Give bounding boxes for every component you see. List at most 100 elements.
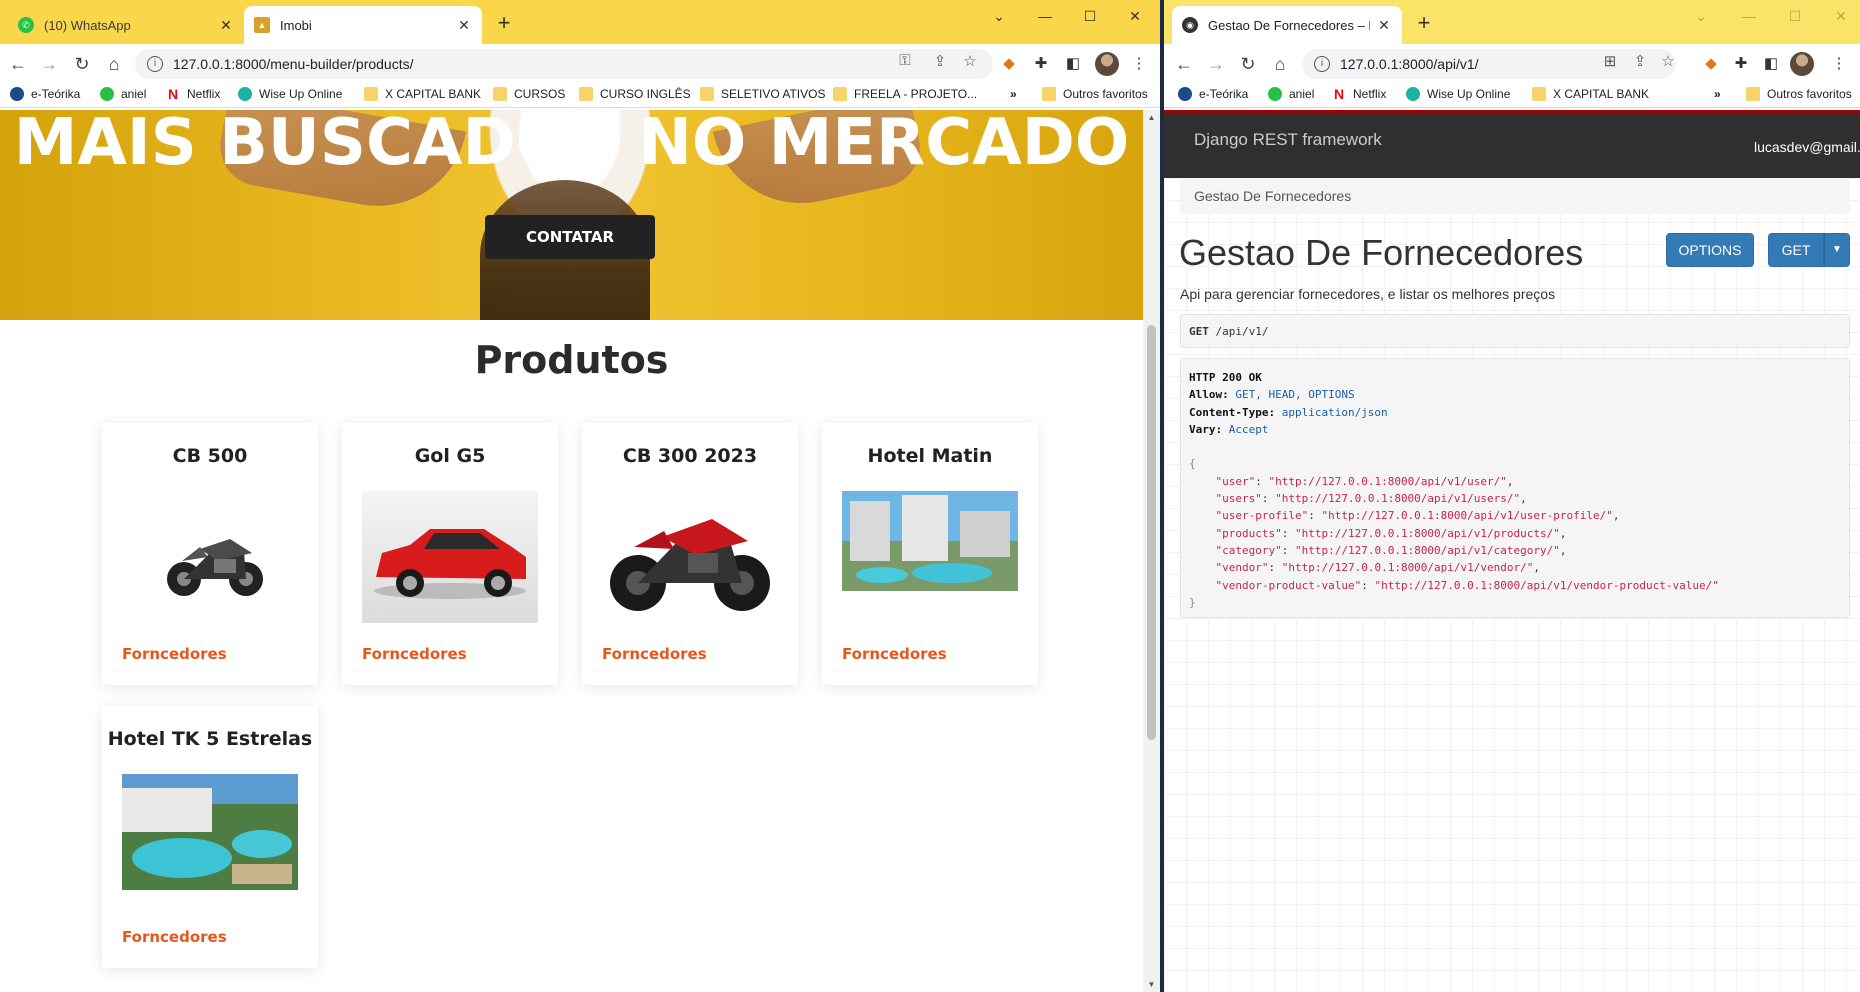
bookmarks-overflow[interactable]: » <box>1714 87 1721 101</box>
scrollbar-thumb[interactable] <box>1147 325 1156 740</box>
breadcrumb[interactable]: Gestao De Fornecedores <box>1180 178 1850 214</box>
suppliers-link[interactable]: Forncedores <box>122 928 227 946</box>
bookmark-item[interactable]: SELETIVO ATIVOS <box>700 87 825 101</box>
site-info-icon[interactable]: i <box>147 56 163 72</box>
json-link[interactable]: "http://127.0.0.1:8000/api/v1/users/" <box>1275 492 1520 505</box>
share-icon[interactable]: ⇪ <box>1630 52 1650 70</box>
suppliers-link[interactable]: Forncedores <box>362 645 467 663</box>
bookmark-item[interactable]: N Netflix <box>166 87 220 101</box>
tab-drf[interactable]: ◉ Gestao De Fornecedores – Djang ✕ <box>1172 6 1402 44</box>
bookmark-item[interactable]: X CAPITAL BANK <box>1532 87 1649 101</box>
tab-whatsapp[interactable]: ✆ (10) WhatsApp ✕ <box>8 6 244 44</box>
home-icon[interactable]: ⌂ <box>1268 52 1292 76</box>
close-icon[interactable]: ✕ <box>218 17 234 34</box>
profile-avatar[interactable] <box>1095 52 1119 76</box>
tab-search-icon[interactable]: ⌄ <box>1686 8 1716 25</box>
header-value: application/json <box>1281 405 1388 419</box>
eteorika-icon <box>10 87 24 101</box>
new-tab-icon[interactable]: + <box>492 10 516 36</box>
json-link[interactable]: "http://127.0.0.1:8000/api/v1/user/" <box>1269 475 1507 488</box>
product-image <box>122 491 298 623</box>
bookmarks-overflow[interactable]: » <box>1010 87 1017 101</box>
json-link[interactable]: "http://127.0.0.1:8000/api/v1/products/" <box>1295 527 1560 540</box>
back-icon[interactable]: ← <box>6 52 30 76</box>
page-title: Gestao De Fornecedores <box>1179 232 1584 273</box>
bookmark-item[interactable]: e-Teórika <box>10 87 80 101</box>
home-icon[interactable]: ⌂ <box>102 52 126 76</box>
star-icon[interactable]: ☆ <box>960 52 980 70</box>
minimize-icon[interactable]: — <box>1030 8 1060 24</box>
forward-icon[interactable]: → <box>37 52 61 76</box>
menu-icon[interactable]: ⋮ <box>1828 53 1850 75</box>
window-close-icon[interactable]: ✕ <box>1826 8 1856 25</box>
new-tab-icon[interactable]: + <box>1412 10 1436 36</box>
menu-icon[interactable]: ⋮ <box>1128 53 1150 75</box>
bookmark-item[interactable]: aniel <box>100 87 146 101</box>
bookmark-item[interactable]: e-Teórika <box>1178 87 1248 101</box>
window-close-icon[interactable]: ✕ <box>1120 8 1150 25</box>
product-image <box>362 491 538 623</box>
bookmark-item[interactable]: FREELA - PROJETO... <box>833 87 977 101</box>
get-format-dropdown[interactable]: ▼ <box>1824 233 1850 267</box>
side-panel-icon[interactable]: ◧ <box>1760 53 1782 75</box>
metamask-icon[interactable]: ◆ <box>998 53 1020 75</box>
other-bookmarks[interactable]: Outros favoritos <box>1746 87 1852 101</box>
tab-imobi[interactable]: ▲ Imobi ✕ <box>244 6 482 44</box>
json-link[interactable]: "http://127.0.0.1:8000/api/v1/category/" <box>1295 544 1560 557</box>
bookmark-item[interactable]: Wise Up Online <box>1406 87 1510 101</box>
other-bookmarks[interactable]: Outros favoritos <box>1042 87 1148 101</box>
contact-button[interactable]: CONTATAR <box>485 215 655 259</box>
minimize-icon[interactable]: — <box>1734 8 1764 24</box>
reload-icon[interactable]: ↻ <box>70 52 94 76</box>
bookmark-item[interactable]: N Netflix <box>1332 87 1386 101</box>
maximize-icon[interactable]: ☐ <box>1075 8 1105 25</box>
reload-icon[interactable]: ↻ <box>1236 52 1260 76</box>
back-icon[interactable]: ← <box>1172 52 1196 76</box>
get-button[interactable]: GET <box>1768 233 1824 267</box>
bookmark-item[interactable]: CURSOS <box>493 87 565 101</box>
bookmark-label: FREELA - PROJETO... <box>854 87 978 101</box>
translate-icon[interactable]: ⊞ <box>1600 52 1620 70</box>
profile-avatar[interactable] <box>1790 52 1814 76</box>
bookmark-label: aniel <box>121 87 147 101</box>
bookmark-item[interactable]: Wise Up Online <box>238 87 342 101</box>
user-menu[interactable]: lucasdev@gmail.com <box>1754 139 1860 155</box>
forward-icon[interactable]: → <box>1204 52 1228 76</box>
json-sep: , <box>1520 492 1527 506</box>
scroll-down-icon[interactable]: ▼ <box>1143 980 1160 989</box>
bookmarks-bar: e-Teórika aniel N Netflix Wise Up Online … <box>1164 84 1860 108</box>
bookmark-item[interactable]: aniel <box>1268 87 1314 101</box>
extensions-icon[interactable]: ✚ <box>1030 53 1052 75</box>
extensions-icon[interactable]: ✚ <box>1730 53 1752 75</box>
wiseup-icon <box>1406 87 1420 101</box>
star-icon[interactable]: ☆ <box>1658 52 1678 70</box>
tab-search-icon[interactable]: ⌄ <box>984 8 1014 25</box>
scroll-up-icon[interactable]: ▲ <box>1143 113 1160 122</box>
bookmark-label: Wise Up Online <box>1427 87 1511 101</box>
close-icon[interactable]: ✕ <box>456 17 472 34</box>
tab-title: Imobi <box>280 17 312 33</box>
json-link[interactable]: "http://127.0.0.1:8000/api/v1/user-profi… <box>1321 509 1612 522</box>
share-icon[interactable]: ⇪ <box>930 52 950 70</box>
scrollbar[interactable]: ▲ ▼ <box>1143 110 1160 992</box>
bookmark-item[interactable]: CURSO INGLÊS <box>579 87 691 101</box>
bookmark-label: X CAPITAL BANK <box>385 87 482 101</box>
product-image <box>122 774 298 890</box>
bookmark-item[interactable]: X CAPITAL BANK <box>364 87 481 101</box>
side-panel-icon[interactable]: ◧ <box>1062 53 1084 75</box>
address-bar[interactable]: i 127.0.0.1:8000/menu-builder/products/ <box>135 49 993 79</box>
imobi-icon: ▲ <box>254 17 270 33</box>
json-link[interactable]: "http://127.0.0.1:8000/api/v1/vendor-pro… <box>1374 579 1718 592</box>
suppliers-link[interactable]: Forncedores <box>122 645 227 663</box>
json-link[interactable]: "http://127.0.0.1:8000/api/v1/vendor/" <box>1282 561 1534 574</box>
json-key: "users" <box>1215 492 1262 506</box>
maximize-icon[interactable]: ☐ <box>1780 8 1810 25</box>
suppliers-link[interactable]: Forncedores <box>842 645 947 663</box>
key-icon[interactable]: ⚿ <box>895 52 915 69</box>
close-icon[interactable]: ✕ <box>1376 17 1392 34</box>
site-info-icon[interactable]: i <box>1314 56 1330 72</box>
metamask-icon[interactable]: ◆ <box>1700 53 1722 75</box>
suppliers-link[interactable]: Forncedores <box>602 645 707 663</box>
options-button[interactable]: OPTIONS <box>1666 233 1754 267</box>
drf-brand-link[interactable]: Django REST framework <box>1194 130 1382 150</box>
